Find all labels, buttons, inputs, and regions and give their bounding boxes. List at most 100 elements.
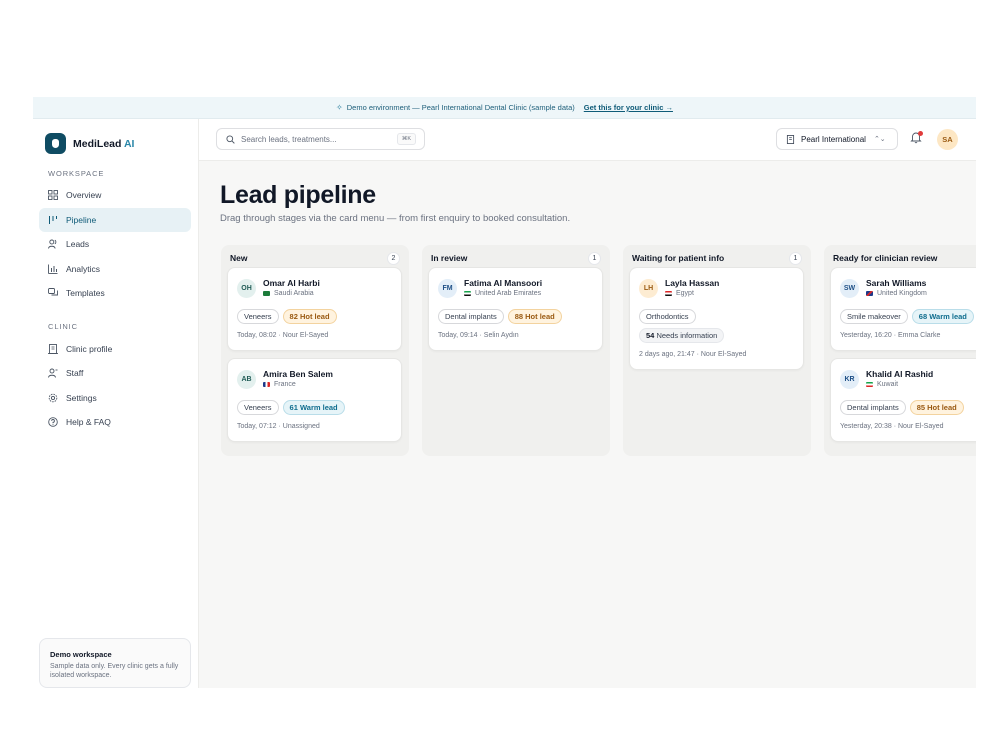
column-title: Ready for clinician review [833, 253, 938, 263]
help-icon [48, 417, 58, 427]
sidebar-item-help[interactable]: Help & FAQ [39, 410, 191, 434]
treatment-tag: Veneers [237, 309, 279, 324]
sidebar-item-leads[interactable]: Leads [39, 232, 191, 256]
lead-country: United Kingdom [866, 290, 927, 297]
score-tag: 68 Warm lead [911, 309, 974, 324]
sidebar-item-label: Analytics [66, 264, 101, 274]
lead-card[interactable]: SW Sarah Williams United Kingdom Smile m… [830, 267, 976, 351]
sidebar-item-analytics[interactable]: Analytics [39, 257, 191, 281]
treatment-tag: Dental implants [840, 400, 906, 415]
flag-icon [263, 382, 270, 387]
treatment-tag: Orthodontics [639, 309, 696, 324]
sidebar-item-clinic-profile[interactable]: Clinic profile [39, 337, 191, 361]
flag-icon [464, 291, 471, 296]
clinic-section-label: CLINIC [48, 322, 78, 331]
column-title: Waiting for patient info [632, 253, 725, 263]
sparkle-icon: ✧ [336, 103, 343, 112]
column-title: In review [431, 253, 468, 263]
grid-icon [48, 190, 58, 200]
demo-card-title: Demo workspace [50, 650, 112, 659]
flag-icon [866, 382, 873, 387]
app-frame: ✧ Demo environment — Pearl International… [33, 97, 976, 688]
flag-icon [263, 291, 270, 296]
needs-info-tag: 54 Needs information [639, 328, 725, 343]
sidebar-item-templates[interactable]: Templates [39, 281, 191, 305]
avatar: AB [237, 370, 256, 389]
lead-name: Khalid Al Rashid [866, 369, 934, 379]
lead-card[interactable]: KR Khalid Al Rashid Kuwait Dental implan… [830, 358, 976, 442]
tooth-logo-icon [45, 133, 66, 154]
brand[interactable]: MediLead AI [45, 133, 134, 154]
lead-card[interactable]: LH Layla Hassan Egypt Orthodontics 54 Ne… [629, 267, 804, 370]
notification-dot [918, 131, 923, 136]
lead-meta: Yesterday, 20:38 · Nour El-Sayed [840, 423, 944, 430]
sidebar-item-pipeline[interactable]: Pipeline [39, 208, 191, 232]
lead-card[interactable]: FM Fatima Al Mansoori United Arab Emirat… [428, 267, 603, 351]
score-tag: 61 Warm lead [282, 400, 345, 415]
score-tag: 88 Hot lead [507, 309, 562, 324]
gear-icon [48, 393, 58, 403]
sidebar-item-overview[interactable]: Overview [39, 183, 191, 207]
staff-icon [48, 368, 58, 378]
treatment-tag: Veneers [237, 400, 279, 415]
topbar: ⌘K Pearl International ⌃⌄ SA [199, 119, 976, 161]
lead-country: Egypt [665, 290, 694, 297]
lead-card[interactable]: AB Amira Ben Salem France Veneers 61 War… [227, 358, 402, 442]
lead-meta: Today, 09:14 · Selin Aydın [438, 332, 519, 339]
column-count: 1 [789, 252, 802, 265]
banner-text: Demo environment — Pearl International D… [346, 103, 575, 112]
column-title: New [230, 253, 248, 263]
score-tag: 82 Hot lead [282, 309, 337, 324]
search-box[interactable]: ⌘K [216, 128, 425, 150]
workspace-section-label: WORKSPACE [48, 169, 105, 178]
lead-card[interactable]: OH Omar Al Harbi Saudi Arabia Veneers 82… [227, 267, 402, 351]
get-this-link[interactable]: Get this for your clinic → [584, 103, 673, 112]
brand-name: MediLead AI [73, 137, 135, 150]
lead-meta: Yesterday, 16:20 · Emma Clarke [840, 332, 941, 339]
search-input[interactable] [241, 134, 391, 144]
sidebar-item-staff[interactable]: Staff [39, 361, 191, 385]
main-content: Lead pipeline Drag through stages via th… [199, 161, 976, 688]
clinic-selector[interactable]: Pearl International ⌃⌄ [776, 128, 898, 150]
notification-button[interactable] [910, 131, 924, 145]
users-icon [48, 239, 58, 249]
avatar: LH [639, 279, 658, 298]
lead-name: Amira Ben Salem [263, 369, 333, 379]
sidebar-item-label: Settings [66, 393, 97, 403]
score-tag: 85 Hot lead [909, 400, 964, 415]
lead-country: United Arab Emirates [464, 290, 541, 297]
column-count: 1 [588, 252, 601, 265]
message-icon [48, 288, 58, 298]
avatar: SW [840, 279, 859, 298]
column-ready-for-clinician-review: Ready for clinician review SW Sarah Will… [824, 245, 976, 456]
demo-banner: ✧ Demo environment — Pearl International… [33, 97, 976, 119]
lead-name: Omar Al Harbi [263, 278, 320, 288]
column-count: 2 [387, 252, 400, 265]
flag-icon [665, 291, 672, 296]
lead-country: Saudi Arabia [263, 290, 314, 297]
user-avatar[interactable]: SA [937, 129, 958, 150]
building-icon [48, 344, 58, 354]
sidebar-item-label: Leads [66, 239, 90, 249]
sidebar-item-label: Staff [66, 368, 84, 378]
lead-country: Kuwait [866, 381, 898, 388]
sidebar-item-label: Overview [66, 190, 102, 200]
avatar: OH [237, 279, 256, 298]
avatar: FM [438, 279, 457, 298]
sidebar: MediLead AI WORKSPACE Overview Pipeline … [33, 119, 199, 688]
column-waiting-for-patient-info: Waiting for patient info 1 LH Layla Hass… [623, 245, 811, 456]
lead-name: Sarah Williams [866, 278, 927, 288]
clinic-name: Pearl International [801, 134, 866, 144]
column-in-review: In review 1 FM Fatima Al Mansoori United… [422, 245, 610, 456]
flag-icon [866, 291, 873, 296]
avatar: KR [840, 370, 859, 389]
lead-country: France [263, 381, 296, 388]
sidebar-item-settings[interactable]: Settings [39, 386, 191, 410]
demo-workspace-card: Demo workspace Sample data only. Every c… [39, 638, 191, 688]
page-title: Lead pipeline [220, 181, 376, 209]
lead-name: Fatima Al Mansoori [464, 278, 543, 288]
lead-meta: 2 days ago, 21:47 · Nour El-Sayed [639, 351, 747, 358]
sidebar-item-label: Pipeline [66, 215, 97, 225]
lead-name: Layla Hassan [665, 278, 720, 288]
building-icon [786, 134, 795, 144]
